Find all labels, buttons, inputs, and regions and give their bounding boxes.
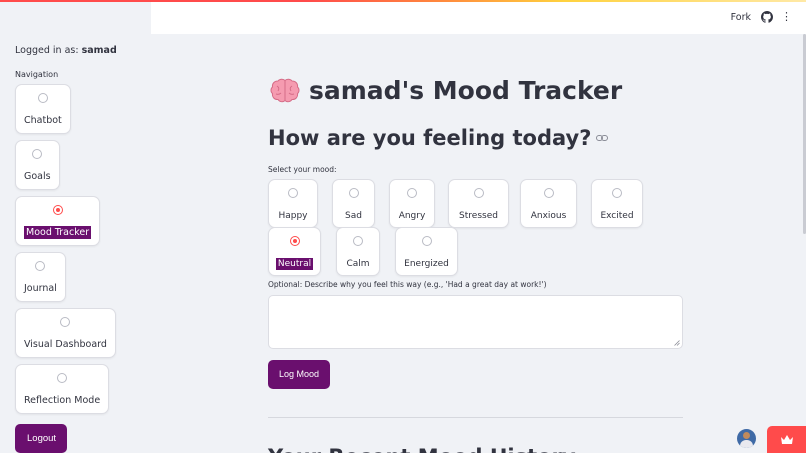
mood-option-label: Angry — [398, 211, 426, 221]
fork-link[interactable]: Fork — [731, 12, 751, 23]
nav-option-journal[interactable]: Journal — [15, 252, 66, 302]
radio-icon[interactable] — [473, 188, 484, 198]
mood-option-label: Sad — [345, 211, 362, 221]
brain-icon — [270, 78, 300, 102]
log-mood-button[interactable]: Log Mood — [268, 360, 330, 389]
sidebar: Logged in as: samad Navigation Chatbot G… — [0, 0, 151, 453]
mood-option-happy[interactable]: Happy — [268, 179, 318, 228]
streamlit-badge[interactable] — [767, 426, 806, 453]
nav-option-label: Journal — [24, 283, 57, 294]
nav-option-label: Mood Tracker — [24, 226, 92, 239]
radio-icon[interactable] — [543, 188, 554, 198]
mood-option-label: Energized — [404, 259, 449, 269]
nav-option-label: Goals — [24, 171, 51, 182]
nav-option-label: Reflection Mode — [24, 395, 101, 406]
nav-option-label: Chatbot — [24, 115, 62, 126]
radio-icon[interactable] — [288, 188, 298, 198]
main-content: samad's Mood Tracker How are you feeling… — [151, 34, 806, 453]
mood-option-label: Excited — [600, 211, 634, 221]
nav-option-goals[interactable]: Goals — [15, 140, 60, 190]
nav-option-chatbot[interactable]: Chatbot — [15, 84, 71, 134]
radio-icon[interactable] — [348, 188, 359, 198]
logged-in-prefix: Logged in as: — [15, 45, 79, 56]
kebab-menu-icon[interactable]: ⋮ — [781, 11, 792, 22]
mood-option-label: Happy — [278, 211, 308, 221]
radio-icon[interactable] — [353, 236, 363, 246]
top-decoration-bar — [0, 0, 806, 2]
avatar-body — [740, 440, 753, 448]
mood-reason-textarea[interactable] — [268, 295, 683, 349]
radio-icon[interactable] — [37, 93, 48, 103]
section-divider — [268, 417, 683, 418]
mood-reason-label: Optional: Describe why you feel this way… — [268, 280, 547, 289]
page-title: samad's Mood Tracker — [270, 76, 622, 105]
radio-icon[interactable] — [57, 373, 68, 383]
nav-option-label: Visual Dashboard — [24, 339, 107, 350]
radio-icon[interactable] — [60, 317, 71, 327]
crown-icon — [781, 435, 793, 444]
radio-selected-icon[interactable] — [289, 236, 300, 246]
mood-option-label: Stressed — [459, 211, 498, 221]
mood-option-energized[interactable]: Energized — [395, 227, 458, 276]
mood-option-stressed[interactable]: Stressed — [448, 179, 509, 228]
navigation-label: Navigation — [15, 70, 59, 79]
mood-history-heading: Your Recent Mood History — [268, 445, 576, 453]
mood-option-angry[interactable]: Angry — [389, 179, 435, 228]
user-avatar[interactable] — [737, 429, 756, 448]
section-heading: How are you feeling today? — [268, 126, 609, 150]
navigation-radio-group: Chatbot Goals Mood Tracker Journal Visua… — [15, 84, 136, 420]
mood-option-label: Calm — [346, 259, 370, 269]
github-icon[interactable] — [761, 11, 773, 23]
radio-icon[interactable] — [407, 188, 417, 198]
app-header: Fork ⋮ — [151, 2, 806, 34]
nav-option-mood-tracker[interactable]: Mood Tracker — [15, 196, 101, 246]
resize-handle-icon[interactable] — [674, 340, 680, 346]
mood-option-sad[interactable]: Sad — [332, 179, 375, 228]
radio-icon[interactable] — [32, 149, 43, 159]
mood-option-anxious[interactable]: Anxious — [520, 179, 577, 228]
radio-icon[interactable] — [421, 236, 432, 246]
mood-select-label: Select your mood: — [268, 165, 337, 174]
radio-selected-icon[interactable] — [52, 205, 63, 215]
mood-option-label: Anxious — [530, 211, 567, 221]
anchor-link-icon[interactable] — [596, 134, 609, 142]
mood-option-label: Neutral — [275, 258, 314, 270]
section-heading-text: How are you feeling today? — [268, 126, 592, 150]
radio-icon[interactable] — [35, 261, 46, 271]
mood-option-excited[interactable]: Excited — [591, 179, 643, 228]
username: samad — [81, 45, 117, 56]
mood-option-calm[interactable]: Calm — [336, 227, 380, 276]
nav-option-visual-dashboard[interactable]: Visual Dashboard — [15, 308, 116, 358]
radio-icon[interactable] — [612, 188, 622, 198]
logged-in-text: Logged in as: samad — [15, 45, 136, 56]
logout-button[interactable]: Logout — [15, 424, 67, 453]
mood-option-neutral[interactable]: Neutral — [268, 227, 321, 276]
avatar-face — [743, 432, 750, 439]
page-title-text: samad's Mood Tracker — [309, 76, 623, 105]
nav-option-reflection-mode[interactable]: Reflection Mode — [15, 364, 110, 414]
